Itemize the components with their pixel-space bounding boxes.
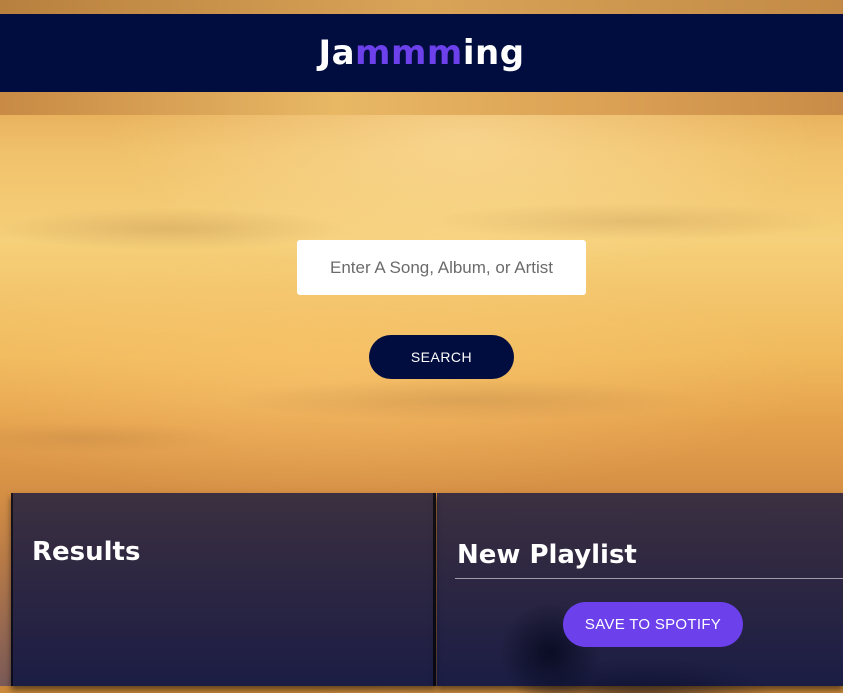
background-strip — [0, 0, 843, 14]
logo-part-2: ing — [462, 33, 525, 73]
background-band — [0, 92, 843, 115]
search-button[interactable]: SEARCH — [369, 335, 514, 379]
logo-part-1: Ja — [318, 33, 356, 73]
background-clouds — [0, 115, 843, 495]
save-to-spotify-button[interactable]: SAVE TO SPOTIFY — [563, 602, 743, 647]
app-header: Jammming — [0, 14, 843, 92]
logo-accent: mmm — [355, 33, 463, 73]
playlist-name-input[interactable] — [455, 537, 843, 579]
playlist-panel — [437, 493, 843, 686]
search-input[interactable] — [297, 240, 586, 295]
results-title: Results — [32, 537, 141, 567]
app-logo: Jammming — [318, 33, 524, 73]
results-panel: Results — [11, 493, 436, 686]
